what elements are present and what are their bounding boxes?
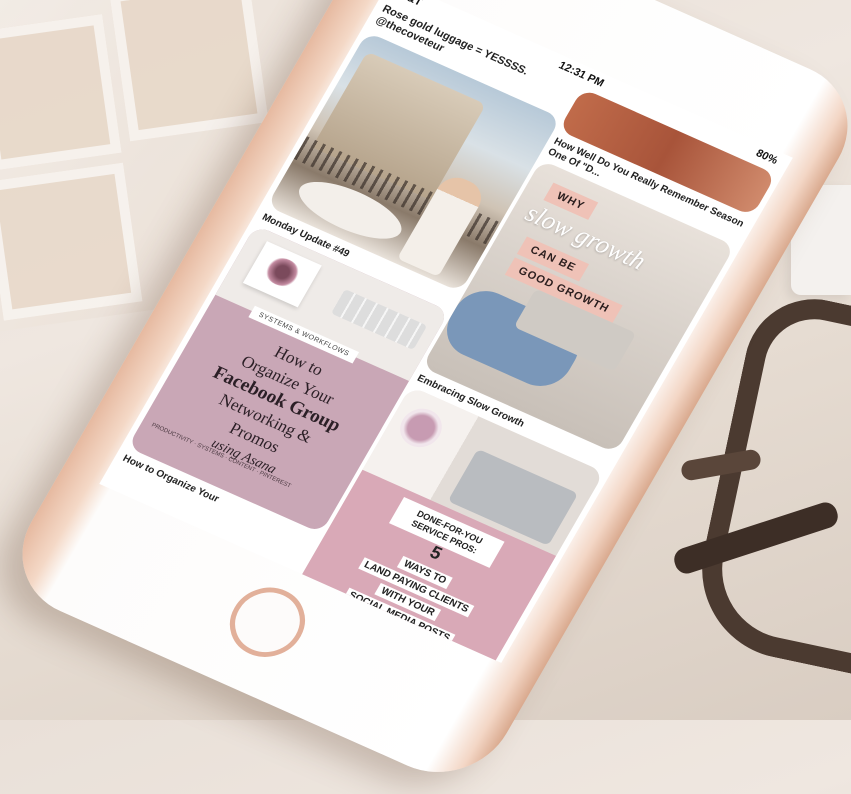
- battery-label: 80%: [753, 147, 780, 167]
